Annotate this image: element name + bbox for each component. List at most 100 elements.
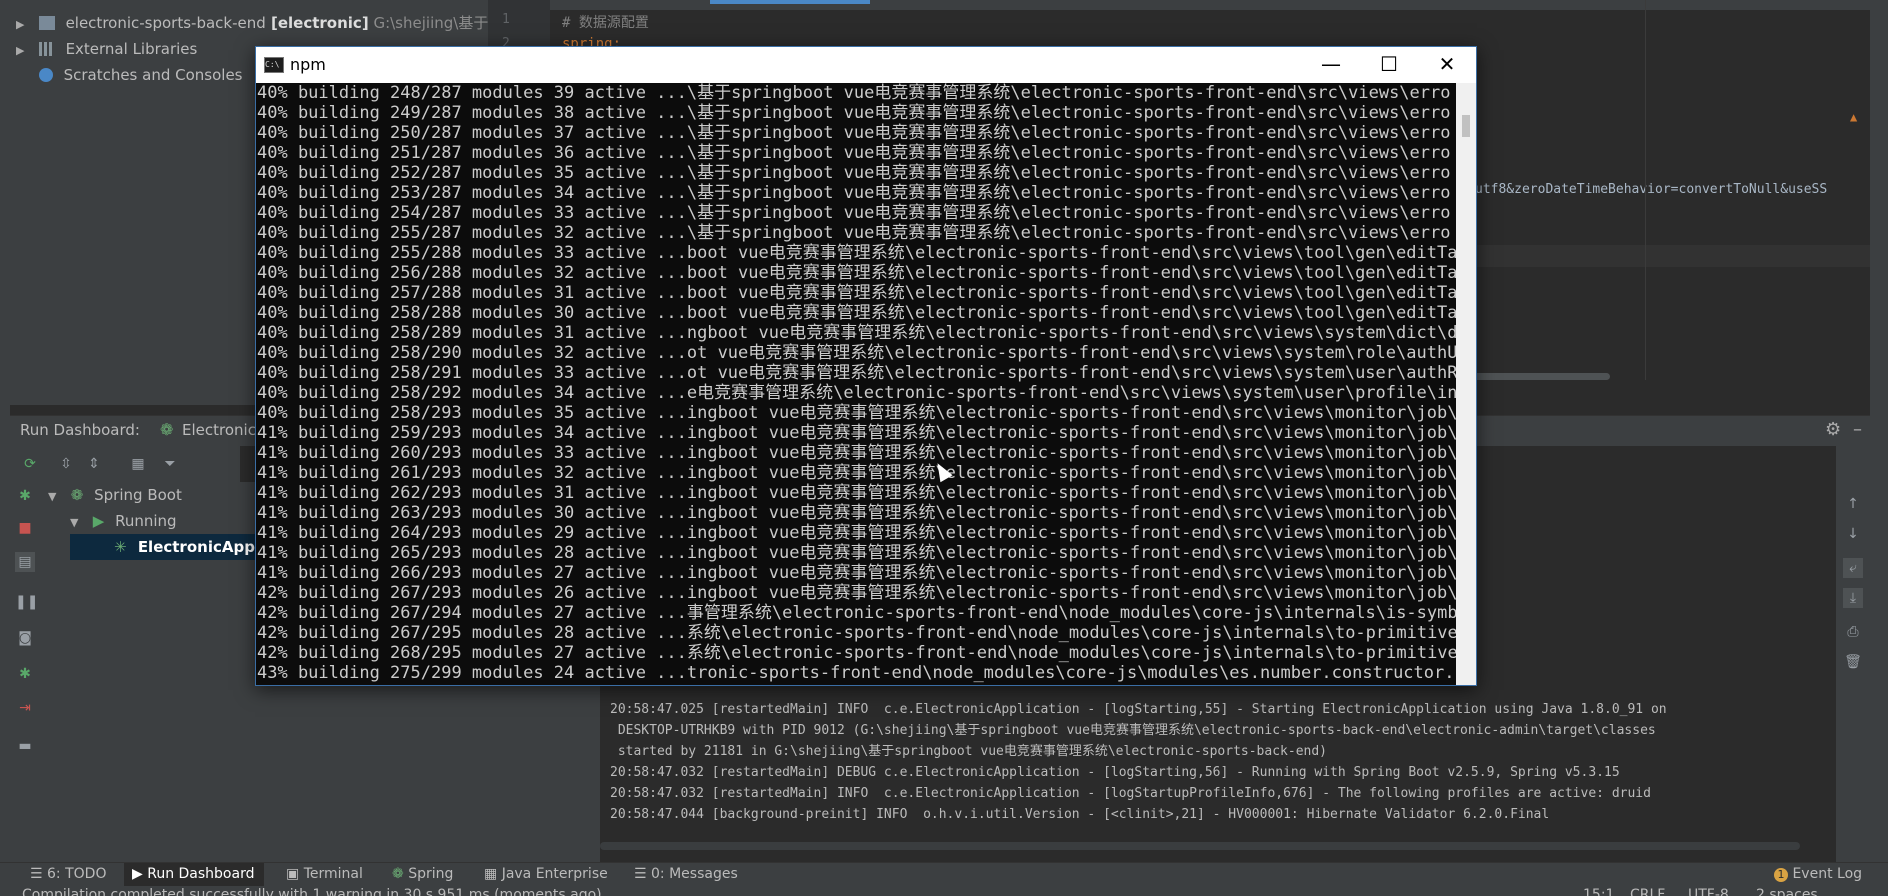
npm-output-line: 41% building 261/293 modules 32 active .… [257,463,1456,483]
npm-output-line: 40% building 258/289 modules 31 active .… [257,323,1456,343]
npm-output[interactable]: 40% building 248/287 modules 39 active .… [256,83,1456,685]
tree-item-scratches[interactable]: Scratches and Consoles [16,62,243,88]
npm-output-line: 41% building 259/293 modules 34 active .… [257,423,1456,443]
tab-label: 6: TODO [47,866,107,882]
npm-title-bar[interactable]: C:\ npm — ☐ ✕ [256,47,1476,83]
npm-output-line: 41% building 260/293 modules 33 active .… [257,443,1456,463]
npm-output-line: 40% building 255/287 modules 32 active .… [257,223,1451,243]
filter-icon[interactable]: ⏷ [160,454,180,474]
npm-output-line: 40% building 258/290 modules 32 active .… [257,343,1456,363]
tree-item-label: External Libraries [65,40,198,58]
npm-output-line: 40% building 258/291 modules 33 active .… [257,363,1456,383]
tree-item-spring-boot[interactable]: ▼ ❁ Spring Boot [48,482,182,508]
collapse-arrow-icon[interactable]: ▼ [48,484,66,510]
npm-output-line: 41% building 264/293 modules 29 active .… [257,523,1456,543]
pin-icon[interactable]: ▬ [15,736,35,756]
print-icon[interactable]: ⎙ [1843,622,1863,642]
npm-output-line: 40% building 258/293 modules 35 active .… [257,403,1456,423]
collapse-arrow-icon[interactable]: ▼ [70,510,88,536]
spring-icon: ❁ [392,866,409,882]
collapse-all-icon[interactable]: ⇕ [84,454,104,474]
npm-output-line: 42% building 267/293 modules 26 active .… [257,583,1456,603]
npm-output-line: 40% building 258/288 modules 30 active .… [257,303,1456,323]
tab-java-enterprise[interactable]: ▦ Java Enterprise [484,866,608,882]
indent-setting[interactable]: 2 spaces [1756,887,1818,896]
scroll-to-end-icon[interactable]: ⤓ [1843,588,1863,608]
status-message: Compilation completed successfully with … [22,887,602,896]
close-button[interactable]: ✕ [1418,47,1476,83]
tree-item-label: Running [115,512,177,530]
project-name: electronic-sports-back-end [65,14,266,32]
console-horizontal-scrollbar[interactable] [600,842,1800,850]
file-encoding[interactable]: UTF-8 [1688,887,1729,896]
console-line: 20:58:47.032 [restartedMain] INFO c.e.El… [610,786,1651,801]
npm-output-line: 42% building 267/295 modules 28 active .… [257,623,1456,643]
run-dashboard-toolbar: ⟳ ⇳ ⇕ ▦ ⏷ [10,446,240,482]
npm-output-line: 40% building 251/287 modules 36 active .… [257,143,1451,163]
down-arrow-icon[interactable]: ↓ [1843,524,1863,544]
warning-marker-icon[interactable]: ▲ [1850,110,1864,124]
npm-scrollbar[interactable] [1456,83,1476,685]
npm-output-line: 40% building 256/288 modules 32 active .… [257,263,1456,283]
scrollbar-thumb[interactable] [1462,115,1470,137]
rerun-icon[interactable]: ⟳ [20,454,40,474]
expand-all-icon[interactable]: ⇳ [56,454,76,474]
npm-output-line: 40% building 250/287 modules 37 active .… [257,123,1451,143]
spring-icon: ❁ [160,420,174,439]
maximize-button[interactable]: ☐ [1360,47,1418,83]
gear-icon[interactable]: ⚙ [1825,419,1841,440]
stop-icon[interactable]: ■ [15,518,35,538]
camera-icon[interactable]: ◙ [15,628,35,648]
exit-icon[interactable]: ⇥ [15,698,35,718]
tab-label: Terminal [303,866,363,882]
up-arrow-icon[interactable]: ↑ [1843,494,1863,514]
tree-item-label: Scratches and Consoles [63,66,243,84]
pause-icon[interactable]: ❚❚ [15,592,38,612]
caret-position[interactable]: 15:1 [1583,887,1614,896]
minimize-button[interactable]: — [1302,47,1360,83]
tree-item-project[interactable]: ▶ electronic-sports-back-end [electronic… [16,10,506,36]
tab-todo[interactable]: ☰ 6: TODO [30,866,106,882]
line-separator[interactable]: CRLF [1630,887,1665,896]
tree-item-external-libraries[interactable]: ▶ External Libraries [16,36,197,62]
module-name: [electronic] [265,14,369,32]
tab-spring[interactable]: ❁ Spring [392,866,453,882]
tab-messages[interactable]: ☰ 0: Messages [634,866,738,882]
event-log-label: Event Log [1792,866,1863,882]
debug-settings-icon[interactable]: ✱ [15,664,35,684]
debug-icon[interactable]: ✱ [15,486,35,506]
console-side-toolbar: ↑ ↓ ⤶ ⤓ ⎙ 🗑 [1836,446,1870,862]
group-by-icon[interactable]: ▦ [128,454,148,474]
line-number: 1 [502,12,510,27]
expand-arrow-icon[interactable]: ▶ [16,12,34,38]
run-config-tab[interactable]: Electronic [182,421,256,439]
npm-output-line: 40% building 249/287 modules 38 active .… [257,103,1451,123]
tree-item-electronic-app[interactable]: ✳ ElectronicAppli [114,534,265,560]
module-folder-icon [38,16,55,30]
npm-output-line: 40% building 252/287 modules 35 active .… [257,163,1451,183]
cmd-icon: C:\ [264,57,284,73]
tab-run-dashboard[interactable]: ▶ Run Dashboard [132,866,254,882]
console-line: started by 21181 in G:\shejiing\基于spring… [610,744,1327,759]
soft-wrap-icon[interactable]: ⤶ [1843,558,1863,578]
event-log-button[interactable]: 1 Event Log [1774,866,1862,882]
tab-label: 0: Messages [651,866,738,882]
active-tab-indicator [710,0,870,4]
npm-output-line: 40% building 258/292 modules 34 active .… [257,383,1456,403]
tab-label: Run Dashboard [147,866,255,882]
expand-arrow-icon[interactable]: ▶ [16,38,34,64]
event-log-badge: 1 [1774,868,1788,882]
npm-output-line: 40% building 255/288 modules 33 active .… [257,243,1456,263]
npm-console-window[interactable]: C:\ npm — ☐ ✕ 40% building 248/287 modul… [255,46,1477,686]
tab-terminal[interactable]: ▣ Terminal [286,866,363,882]
trash-icon[interactable]: 🗑 [1843,652,1863,672]
right-tool-strip [1870,0,1888,896]
hide-panel-icon[interactable]: – [1853,419,1862,440]
tab-label: Spring [408,866,454,882]
tree-item-running[interactable]: ▼ ▶ Running [70,508,177,534]
run-icon: ▶ [92,512,105,530]
scratches-icon [38,68,53,82]
layout-icon[interactable]: ▤ [15,552,35,572]
run-icon: ▶ [132,866,148,882]
run-dashboard-actions: ✱ ■ ▤ ❚❚ ◙ ✱ ⇥ ▬ [10,482,40,862]
